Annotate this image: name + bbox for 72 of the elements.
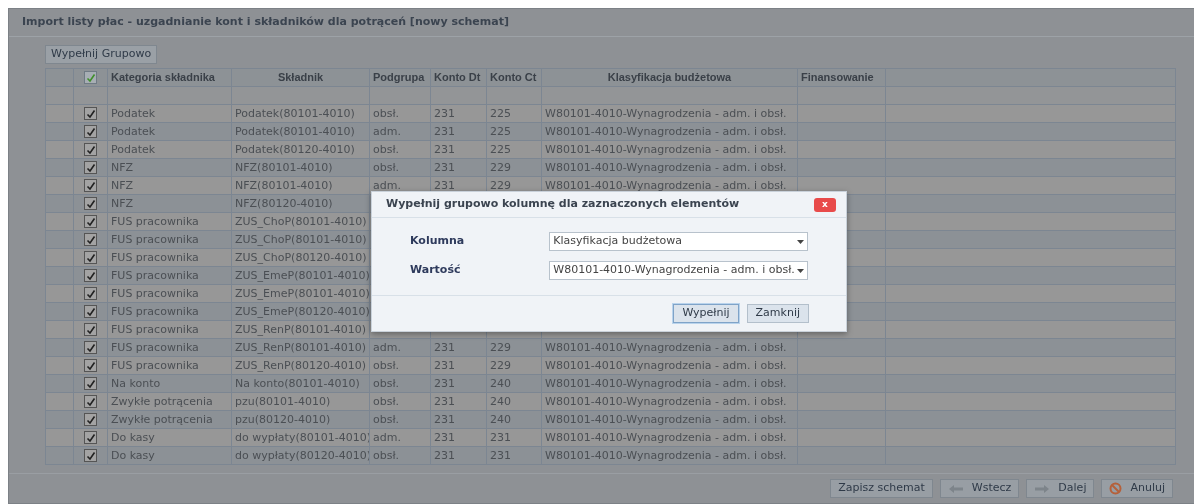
checkbox[interactable] [84,125,97,138]
checkbox[interactable] [84,197,97,210]
check-icon [85,144,96,155]
checkbox[interactable] [84,341,97,354]
column-header[interactable]: Konto Ct [487,69,542,87]
checkbox[interactable] [84,323,97,336]
cancel-button[interactable]: Anuluj [1101,479,1173,498]
checkbox[interactable] [84,449,97,462]
dialog-title: Wypełnij grupowo kolumnę dla zaznaczonych elementów [386,196,740,213]
check-icon [85,324,96,335]
checkbox[interactable] [84,215,97,228]
close-button[interactable]: x [814,197,836,212]
field-label: Wartość [410,262,462,279]
checkbox[interactable] [84,269,97,282]
back-button[interactable]: Wstecz [939,479,1020,498]
table-cell: Do kasy [108,447,232,465]
dialog-button[interactable]: Wypełnij [673,304,739,323]
check-icon [85,414,96,425]
table-cell: obsł. [370,447,431,465]
checkbox[interactable] [84,431,97,444]
check-icon [85,342,96,353]
check-icon [85,126,96,137]
next-button[interactable]: Dalej [1026,479,1095,498]
column-header[interactable]: Konto Dt [431,69,487,87]
check-icon [85,180,96,191]
field-label: Kolumna [410,233,466,250]
check-icon [85,252,96,263]
checkbox[interactable] [84,251,97,264]
checkbox[interactable] [84,161,97,174]
checkbox[interactable] [84,305,97,318]
column-header[interactable]: Składnik [232,69,370,87]
dropdown[interactable]: Klasyfikacja budżetowa [549,232,808,251]
checkbox[interactable] [84,179,97,192]
checkbox[interactable] [84,413,97,426]
table-cell: W80101-4010-Wynagrodzenia - adm. i obsł. [542,447,798,465]
checkbox[interactable] [84,377,97,390]
checkbox[interactable] [84,143,97,156]
check-icon [85,378,96,389]
check-icon [85,72,96,83]
check-icon [85,198,96,209]
checkbox[interactable] [84,359,97,372]
column-header[interactable]: Finansowanie [798,69,886,87]
arrow-right-icon [1034,483,1051,494]
check-icon [85,360,96,371]
arrow-left-icon [947,483,964,494]
fill-group-button[interactable]: Wypełnij Grupowo [45,45,158,64]
check-icon [85,432,96,443]
checkbox[interactable] [84,287,97,300]
caret-icon [797,239,804,244]
check-icon [85,234,96,245]
checkbox[interactable] [84,233,97,246]
check-icon [85,306,96,317]
check-icon [85,162,96,173]
table-cell: 231 [487,447,542,465]
column-header[interactable]: Klasyfikacja budżetowa [542,69,798,87]
table-cell: 231 [431,447,487,465]
checkbox[interactable] [84,71,97,84]
check-icon [85,270,96,281]
check-icon [85,108,96,119]
dialog-button[interactable]: Zamknij [746,304,809,323]
check-icon [85,216,96,227]
column-header[interactable]: Kategoria składnika [108,69,232,87]
prohibited-icon [1109,482,1123,495]
checkbox[interactable] [84,107,97,120]
window-title: Import listy płac - uzgadnianie kont i składników dla potrąceń [nowy schemat] [22,14,509,31]
dropdown[interactable]: W80101-4010-Wynagrodzenia - adm. i obsł. [549,261,808,280]
check-icon [85,450,96,461]
column-header[interactable]: Podgrupa [370,69,431,87]
save-button[interactable]: Zapisz schemat [830,479,933,498]
checkbox[interactable] [84,395,97,408]
check-icon [85,396,96,407]
check-icon [85,288,96,299]
